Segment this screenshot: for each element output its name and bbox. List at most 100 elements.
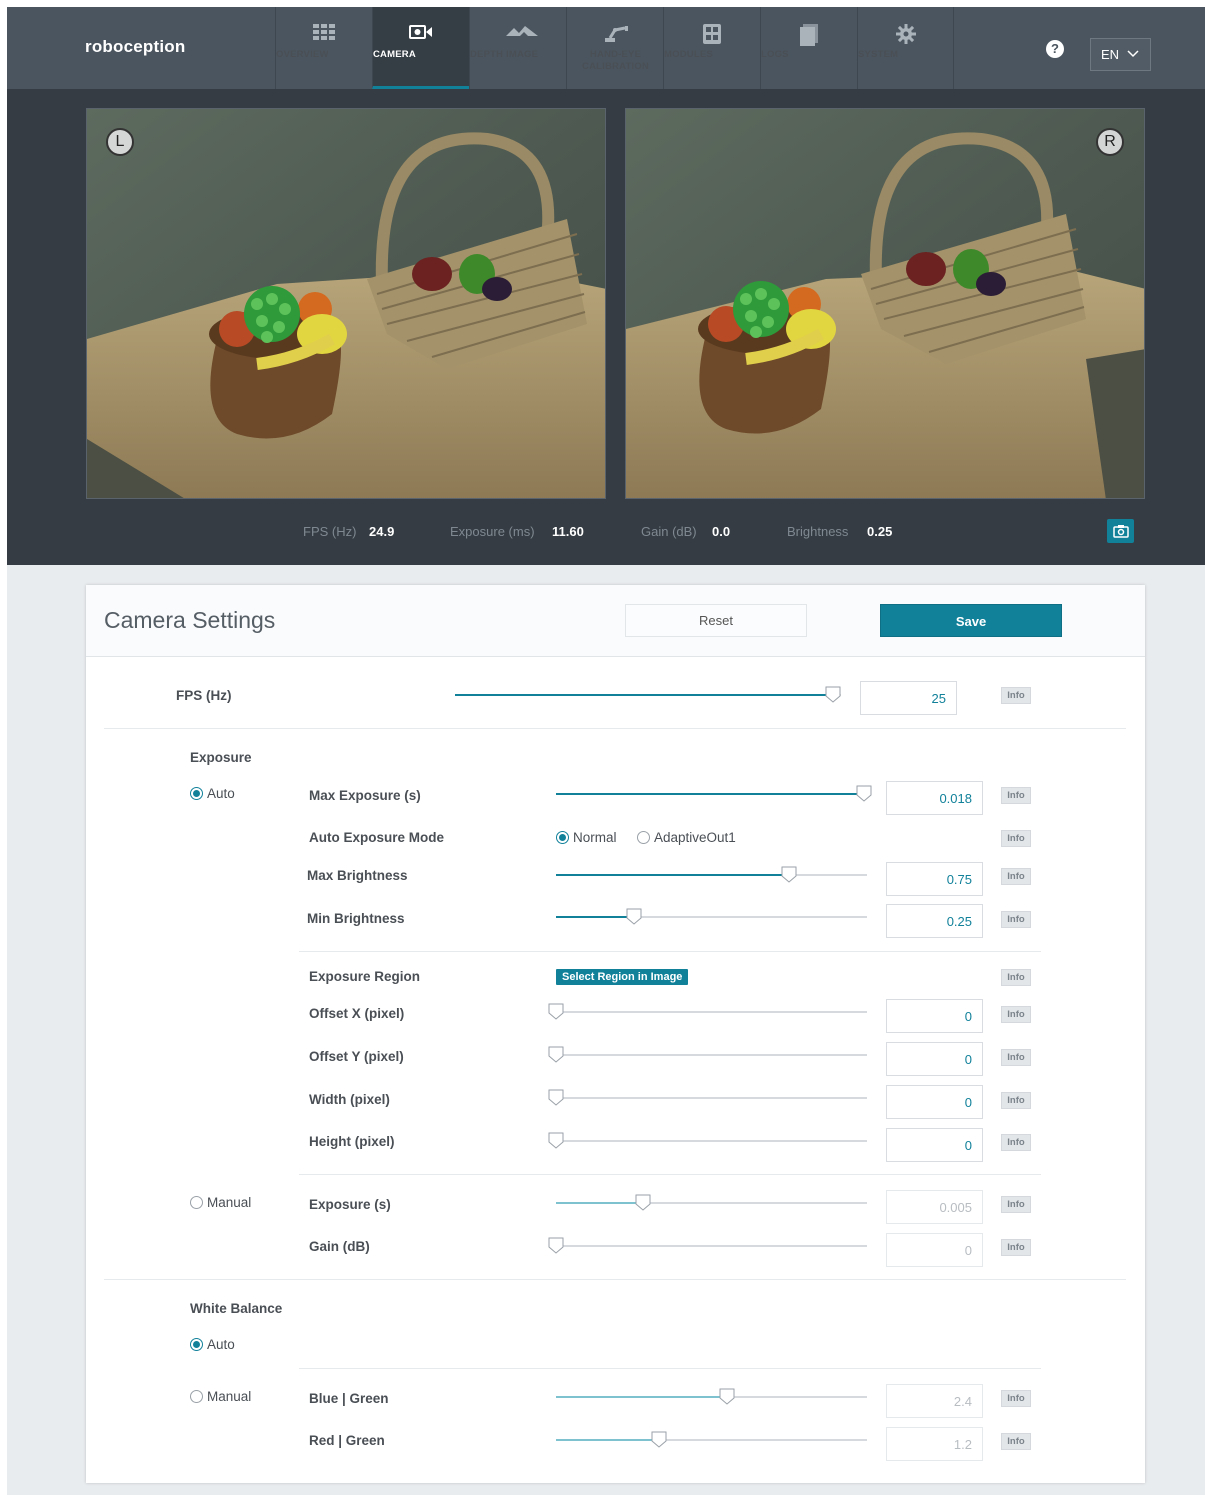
height-info-button[interactable]: Info (1001, 1134, 1031, 1151)
gain-input[interactable]: 0 (886, 1233, 983, 1267)
save-button[interactable]: Save (880, 604, 1062, 637)
blue-green-input[interactable]: 2.4 (886, 1384, 983, 1418)
depth-icon (506, 24, 538, 42)
radio-dot (190, 1196, 203, 1209)
max-exposure-input[interactable]: 0.018 (886, 781, 983, 815)
snapshot-button[interactable] (1107, 519, 1134, 543)
reset-button[interactable]: Reset (625, 604, 807, 637)
exposure-stat-value: 11.60 (552, 524, 584, 539)
gain-slider[interactable] (548, 1237, 867, 1254)
tab-depth-image[interactable]: DEPTH IMAGE (469, 7, 566, 89)
manual-exposure-input[interactable]: 0.005 (886, 1190, 983, 1224)
offset-x-slider[interactable] (548, 1003, 867, 1020)
width-slider[interactable] (548, 1089, 867, 1106)
tab-camera[interactable]: CAMERA (372, 7, 469, 89)
right-camera-image (625, 108, 1145, 499)
gain-stat-value: 0.0 (712, 524, 731, 539)
tab-system[interactable]: SYSTEM (857, 7, 954, 89)
width-info-button[interactable]: Info (1001, 1092, 1031, 1109)
blue-green-label: Blue | Green (309, 1391, 389, 1406)
gear-icon (894, 24, 918, 44)
tab-overview[interactable]: OVERVIEW (275, 7, 372, 89)
tab-hand-eye-calibration[interactable]: HAND-EYE CALIBRATION (566, 7, 663, 89)
mode-normal-radio[interactable]: Normal (556, 830, 617, 845)
max-exposure-label: Max Exposure (s) (309, 788, 421, 803)
blue-green-slider[interactable] (556, 1388, 867, 1405)
gain-info-button[interactable]: Info (1001, 1239, 1031, 1256)
slider-handle[interactable] (548, 1237, 564, 1254)
offset-x-info-button[interactable]: Info (1001, 1006, 1031, 1023)
offset-y-info-button[interactable]: Info (1001, 1049, 1031, 1066)
camera-icon (409, 24, 433, 42)
panel-title: Camera Settings (104, 607, 276, 633)
slider-handle[interactable] (651, 1431, 667, 1448)
mode-adaptiveout1-radio[interactable]: AdaptiveOut1 (637, 830, 736, 845)
slider-handle[interactable] (825, 686, 841, 703)
tab-label: LOGS (761, 49, 789, 60)
right-camera-badge: R (1096, 128, 1124, 156)
fps-input[interactable]: 25 (860, 681, 957, 715)
auto-exposure-mode-info-button[interactable]: Info (1001, 830, 1031, 847)
slider-handle[interactable] (548, 1003, 564, 1020)
radio-dot (190, 1338, 203, 1351)
blue-green-info-button[interactable]: Info (1001, 1390, 1031, 1407)
tab-logs[interactable]: LOGS (760, 7, 857, 89)
help-icon[interactable]: ? (1046, 40, 1064, 58)
slider-handle[interactable] (781, 866, 797, 883)
manual-exposure-slider[interactable] (556, 1194, 867, 1211)
red-green-input[interactable]: 1.2 (886, 1427, 983, 1461)
fps-slider[interactable] (455, 686, 841, 703)
tab-modules[interactable]: MODULES (663, 7, 760, 89)
max-brightness-slider[interactable] (556, 866, 867, 883)
min-brightness-slider[interactable] (556, 908, 867, 925)
min-brightness-info-button[interactable]: Info (1001, 911, 1031, 928)
slider-handle[interactable] (548, 1132, 564, 1149)
slider-handle[interactable] (635, 1194, 651, 1211)
left-camera-badge: L (106, 128, 134, 156)
radio-dot (190, 787, 203, 800)
slider-fill (455, 694, 834, 696)
red-green-slider[interactable] (556, 1431, 867, 1448)
offset-x-input[interactable]: 0 (886, 999, 983, 1033)
exposure-region-info-button[interactable]: Info (1001, 969, 1031, 986)
grid-icon (312, 24, 336, 42)
radio-label: AdaptiveOut1 (654, 830, 736, 845)
exposure-manual-radio[interactable]: Manual (190, 1195, 251, 1210)
modules-icon (700, 24, 724, 44)
max-exposure-info-button[interactable]: Info (1001, 787, 1031, 804)
max-brightness-input[interactable]: 0.75 (886, 862, 983, 896)
white-balance-auto-radio[interactable]: Auto (190, 1337, 235, 1352)
max-brightness-info-button[interactable]: Info (1001, 868, 1031, 885)
slider-fill (556, 874, 790, 876)
fps-info-button[interactable]: Info (1001, 687, 1031, 704)
slider-handle[interactable] (626, 908, 642, 925)
radio-label: Manual (207, 1389, 252, 1404)
red-green-info-button[interactable]: Info (1001, 1433, 1031, 1450)
slider-handle[interactable] (548, 1089, 564, 1106)
slider-fill (556, 1202, 644, 1204)
slider-fill (556, 1396, 728, 1398)
min-brightness-input[interactable]: 0.25 (886, 904, 983, 938)
auto-exposure-mode-label: Auto Exposure Mode (309, 830, 445, 845)
height-input[interactable]: 0 (886, 1128, 983, 1162)
offset-y-input[interactable]: 0 (886, 1042, 983, 1076)
slider-handle[interactable] (548, 1046, 564, 1063)
divider (299, 1174, 1041, 1175)
divider (299, 1368, 1041, 1369)
white-balance-section-title: White Balance (190, 1301, 283, 1316)
select-region-button[interactable]: Select Region in Image (556, 969, 689, 985)
offset-y-slider[interactable] (548, 1046, 867, 1063)
white-balance-manual-radio[interactable]: Manual (190, 1389, 251, 1404)
manual-exposure-info-button[interactable]: Info (1001, 1196, 1031, 1213)
offset-y-label: Offset Y (pixel) (309, 1049, 404, 1064)
exposure-auto-radio[interactable]: Auto (190, 786, 235, 801)
chevron-down-icon (1127, 39, 1139, 81)
height-slider[interactable] (548, 1132, 867, 1149)
language-selector[interactable]: EN (1090, 38, 1151, 71)
width-input[interactable]: 0 (886, 1085, 983, 1119)
max-exposure-slider[interactable] (556, 785, 872, 802)
tab-label: DEPTH IMAGE (470, 49, 539, 60)
offset-x-label: Offset X (pixel) (309, 1006, 405, 1021)
slider-handle[interactable] (719, 1388, 735, 1405)
slider-handle[interactable] (856, 785, 872, 802)
